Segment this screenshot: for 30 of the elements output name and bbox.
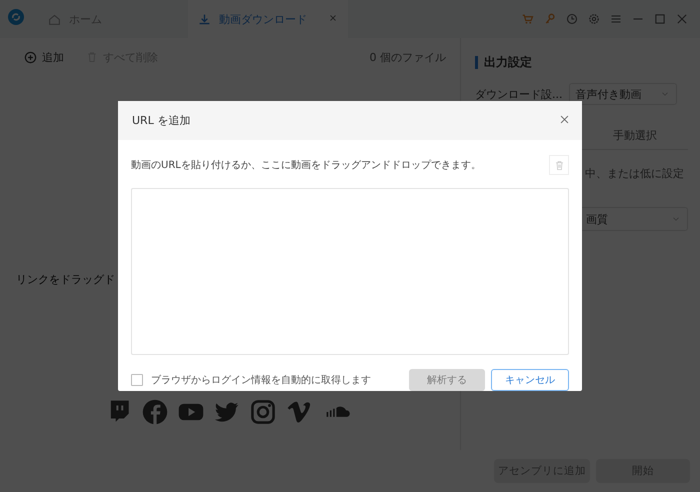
app-logo-icon — [8, 9, 24, 25]
checkbox[interactable] — [131, 374, 143, 386]
trash-icon — [554, 160, 564, 171]
close-icon — [676, 13, 688, 25]
download-icon — [198, 12, 211, 26]
cancel-button[interactable]: キャンセル — [491, 369, 569, 391]
drop-hint: リンクをドラッグド — [16, 272, 115, 287]
maximize-icon — [654, 13, 666, 25]
close-icon — [328, 12, 338, 22]
v-logo-icon — [286, 399, 312, 425]
plus-circle-icon — [24, 50, 37, 64]
close-icon — [559, 114, 570, 125]
clock-icon — [566, 13, 578, 25]
camera-icon — [250, 399, 276, 425]
settings-icon — [588, 13, 600, 25]
tab[interactable]: 動画ダウンロード — [188, 0, 348, 38]
checkbox-label: ブラウザからログイン情報を自動的に取得します — [151, 374, 371, 387]
tab-label: 動画ダウンロード — [219, 12, 307, 26]
home-icon — [48, 12, 61, 26]
f-logo-icon — [142, 399, 168, 425]
add-button[interactable]: 追加 — [24, 50, 64, 64]
dialog-title: URL を追加 — [132, 113, 190, 128]
section-title: 出力設定 — [475, 56, 688, 69]
menu-icon — [610, 13, 622, 25]
delete-button[interactable] — [549, 155, 569, 176]
download-setting-label: ダウンロード設... — [475, 86, 562, 102]
instruction-text: 動画のURLを貼り付けるか、ここに動画をドラッグアンドドロップできます。 — [131, 158, 481, 172]
cart-icon — [522, 13, 534, 25]
url-input-field[interactable] — [131, 188, 569, 355]
key-icon — [544, 13, 556, 25]
